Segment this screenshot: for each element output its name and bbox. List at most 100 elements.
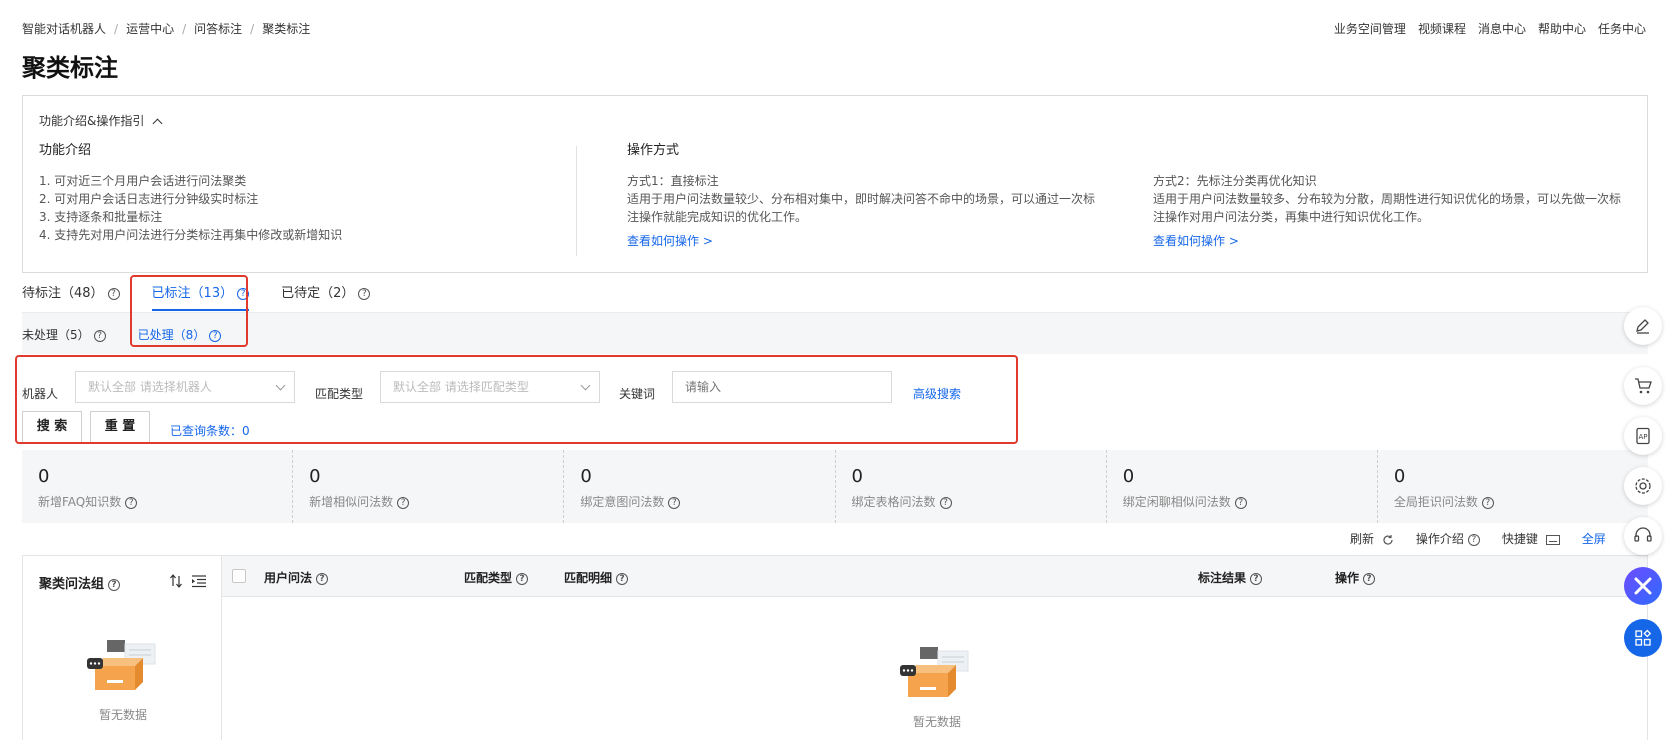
stat-card: 0 新增FAQ知识数? <box>22 450 294 523</box>
help-icon[interactable]: ? <box>125 496 138 509</box>
tab-on-hold[interactable]: 已待定（2）? <box>281 282 371 311</box>
help-icon[interactable]: ? <box>516 572 529 585</box>
breadcrumb-separator: / <box>114 21 119 36</box>
feature-item: 1. 可对近三个月用户会话进行问法聚类 <box>39 174 247 188</box>
help-icon[interactable]: ? <box>397 496 410 509</box>
cluster-panel-title: 聚类问法组 <box>39 577 105 592</box>
features-section: 功能介绍 1. 可对近三个月用户会话进行问法聚类 2. 可对用户会话日志进行分钟… <box>39 142 342 244</box>
stat-card: 0 全局拒识问法数? <box>1378 450 1648 523</box>
method1-how-link[interactable]: 查看如何操作 > <box>627 232 1095 250</box>
column-label: 标注结果 <box>1198 571 1247 585</box>
tab-label: 未处理（5） <box>22 328 90 342</box>
column-label: 匹配明细 <box>564 571 613 585</box>
method2-desc: 适用于用户问法数量较多、分布较为分散，周期性进行知识优化的场景，可以先做一次标 <box>1153 192 1622 206</box>
headset-icon <box>1634 527 1652 542</box>
api-doc-icon: AP <box>1636 427 1650 445</box>
stat-value: 0 <box>1122 466 1135 487</box>
help-icon[interactable]: ? <box>316 572 329 585</box>
sort-icon[interactable] <box>169 574 183 588</box>
method1-desc: 注操作就能完成知识的优化工作。 <box>627 210 808 224</box>
column-label: 用户问法 <box>264 571 313 585</box>
help-icon[interactable]: ? <box>616 572 629 585</box>
refresh-button[interactable]: 刷新 <box>1350 530 1394 547</box>
shortcut-button[interactable]: 快捷键 <box>1502 530 1560 547</box>
breadcrumb-item[interactable]: 智能对话机器人 <box>22 20 106 37</box>
stat-value: 0 <box>38 466 50 487</box>
edit-button[interactable] <box>1624 307 1662 345</box>
stat-value: 0 <box>580 466 592 487</box>
features-heading: 功能介绍 <box>39 143 92 158</box>
column-header-label-result: 标注结果? <box>1198 569 1263 586</box>
help-icon[interactable]: ? <box>358 287 371 300</box>
help-icon[interactable]: ? <box>939 496 952 509</box>
feature-item: 2. 可对用户会话日志进行分钟级实时标注 <box>39 192 259 206</box>
help-icon: ? <box>1467 533 1480 546</box>
fullscreen-button[interactable]: 全屏 <box>1582 530 1606 547</box>
empty-box-icon <box>87 640 156 690</box>
refresh-label: 刷新 <box>1350 532 1375 546</box>
top-link-video-courses[interactable]: 视频课程 <box>1418 20 1466 37</box>
intro-toggle[interactable]: 功能介绍&操作指引 <box>39 112 163 129</box>
apps-button[interactable] <box>1624 619 1662 657</box>
stat-value: 0 <box>851 466 863 487</box>
method2-desc: 注操作对用户问法分类，再集中进行知识优化工作。 <box>1153 210 1430 224</box>
top-links: 业务空间管理 视频课程 消息中心 帮助中心 任务中心 <box>1334 20 1646 37</box>
table-empty-text: 暂无数据 <box>912 715 961 729</box>
help-icon[interactable]: ? <box>1250 572 1263 585</box>
cart-icon <box>1635 378 1652 394</box>
top-link-workspace[interactable]: 业务空间管理 <box>1334 20 1406 37</box>
help-icon[interactable]: ? <box>668 496 681 509</box>
table-toolbar: 刷新 操作介绍? 快捷键 全屏 <box>1350 530 1606 547</box>
stat-value: 0 <box>309 466 321 487</box>
column-header-user-query: 用户问法? <box>264 569 329 586</box>
breadcrumb-current: 聚类标注 <box>262 22 311 36</box>
help-icon[interactable]: ? <box>1234 496 1247 509</box>
help-icon[interactable]: ? <box>108 578 121 591</box>
stat-card: 0 新增相似问法数? <box>293 450 565 523</box>
method1-title: 方式1：直接标注 <box>627 174 719 188</box>
method1-desc: 适用于用户问法数量较少、分布相对集中，即时解决问答不命中的场景，可以通过一次标 <box>627 192 1096 206</box>
cluster-empty-text: 暂无数据 <box>98 708 147 722</box>
tab-unprocessed[interactable]: 未处理（5）? <box>22 326 106 343</box>
support-button[interactable] <box>1624 517 1662 555</box>
help-icon[interactable]: ? <box>1481 496 1494 509</box>
help-icon[interactable]: ? <box>1363 572 1376 585</box>
assistant-icon <box>1634 577 1652 595</box>
op-intro-button[interactable]: 操作介绍? <box>1416 530 1480 547</box>
api-doc-button[interactable]: AP <box>1624 417 1662 455</box>
top-link-tasks[interactable]: 任务中心 <box>1598 20 1646 37</box>
cluster-group-panel: 聚类问法组? 暂无数据 <box>22 555 222 740</box>
top-link-help[interactable]: 帮助中心 <box>1538 20 1586 37</box>
operations-section: 操作方式 方式1：直接标注 适用于用户问法数量较少、分布相对集中，即时解决问答不… <box>627 142 1095 250</box>
breadcrumb: 智能对话机器人 / 运营中心 / 问答标注 / 聚类标注 <box>22 20 310 37</box>
column-label: 匹配类型 <box>464 571 513 585</box>
stat-label: 新增相似问法数 <box>309 495 394 509</box>
intro-toggle-label: 功能介绍&操作指引 <box>39 114 145 128</box>
tabs-highlight-box <box>130 275 248 347</box>
empty-box-icon <box>900 647 969 697</box>
filters-highlight-box <box>15 355 1018 444</box>
column-label: 操作 <box>1335 571 1360 585</box>
op-intro-label: 操作介绍 <box>1415 532 1464 546</box>
stat-card: 0 绑定闲聊相似问法数? <box>1107 450 1378 523</box>
breadcrumb-item[interactable]: 问答标注 <box>194 20 242 37</box>
settings-icon <box>1635 478 1651 494</box>
cart-button[interactable] <box>1624 367 1662 405</box>
tab-pending[interactable]: 待标注（48）? <box>22 282 120 311</box>
stat-card: 0 绑定表格问法数? <box>836 450 1107 523</box>
top-link-messages[interactable]: 消息中心 <box>1478 20 1526 37</box>
stat-label: 新增FAQ知识数 <box>38 495 122 509</box>
settings-button[interactable] <box>1624 467 1662 505</box>
help-icon[interactable]: ? <box>93 329 106 342</box>
method2-title: 方式2：先标注分类再优化知识 <box>1153 174 1317 188</box>
list-indent-icon[interactable] <box>191 574 207 588</box>
apps-icon <box>1635 629 1652 646</box>
method2-how-link[interactable]: 查看如何操作 > <box>1153 232 1621 250</box>
intro-panel: 功能介绍&操作指引 功能介绍 1. 可对近三个月用户会话进行问法聚类 2. 可对… <box>22 95 1648 273</box>
secondary-tab-bar: 未处理（5）? 已处理（8）? <box>22 312 1648 354</box>
select-all-checkbox[interactable] <box>232 569 246 583</box>
breadcrumb-item[interactable]: 运营中心 <box>126 20 174 37</box>
stat-label: 全局拒识问法数 <box>1393 495 1478 509</box>
assistant-button[interactable] <box>1624 567 1662 605</box>
help-icon[interactable]: ? <box>107 287 120 300</box>
